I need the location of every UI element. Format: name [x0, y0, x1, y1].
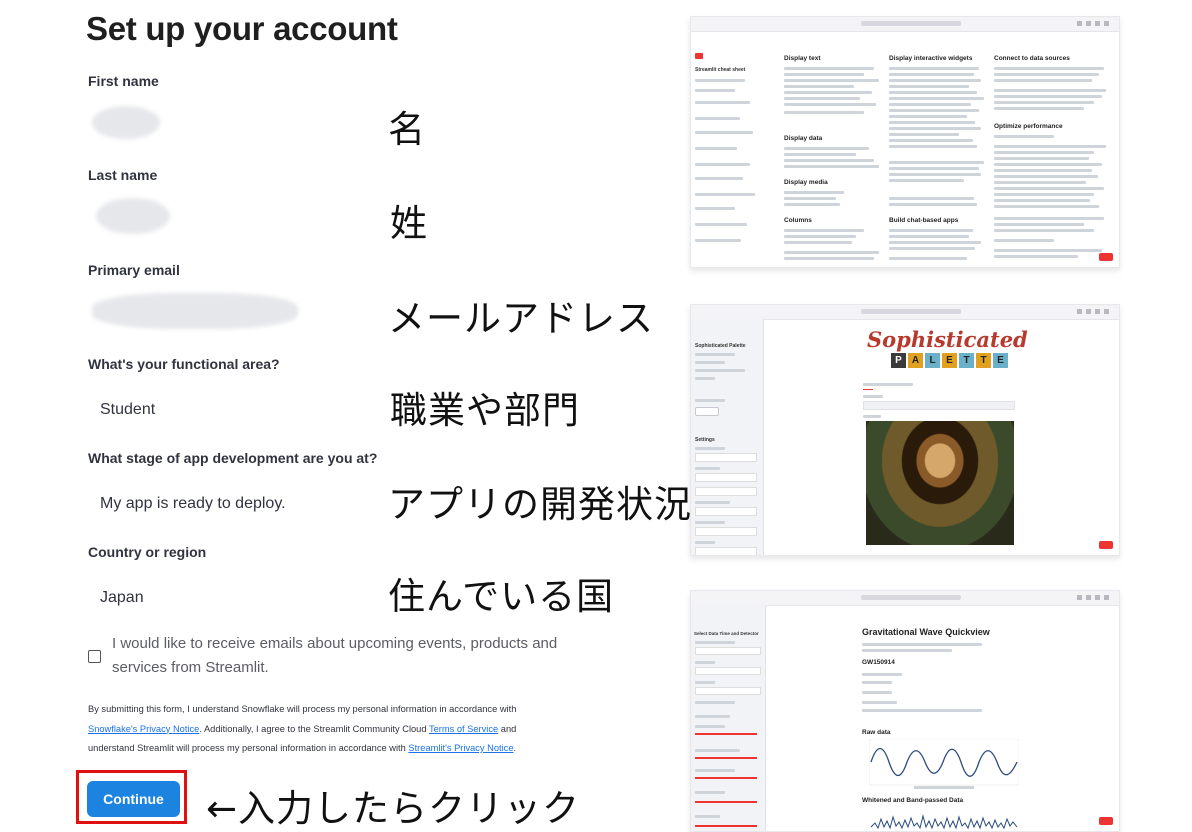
last-name-label: Last name — [88, 167, 158, 183]
gw-raw-chart — [869, 739, 1019, 789]
stage-select[interactable]: My app is ready to deploy. — [100, 495, 286, 513]
deploy-badge-icon — [1099, 541, 1113, 549]
legal-notice: By submitting this form, I understand Sn… — [88, 700, 548, 759]
cs-heading-connect: Connect to data sources — [994, 55, 1070, 62]
logo-tile-4: E — [942, 353, 957, 368]
email-field[interactable] — [92, 293, 298, 329]
legal-text-3: and — [498, 723, 517, 734]
gw-event-heading: GW150914 — [862, 659, 895, 666]
deploy-badge-icon — [1099, 253, 1113, 261]
palette-sidebar: Sophisticated Palette Settings — [691, 319, 764, 555]
cs-heading-widgets: Display interactive widgets — [889, 55, 973, 62]
annotation-functional-area: 職業や部門 — [390, 389, 580, 432]
snowflake-privacy-link[interactable]: Snowflake's Privacy Notice — [88, 724, 199, 734]
legal-text-1: By submitting this form, I understand Sn… — [88, 704, 517, 714]
streamlit-logo-icon — [695, 53, 703, 59]
logo-tile-3: L — [925, 353, 940, 368]
palette-logo-text: Sophisticated — [867, 327, 1028, 352]
deploy-badge-icon — [1099, 817, 1113, 825]
annotation-email: メールアドレス — [388, 297, 654, 340]
palette-logo-tiles: P A L E T T E — [891, 353, 1008, 368]
gw-title: Gravitational Wave Quickview — [862, 627, 990, 637]
gw-sidebar-title: Select Data Time and Detector — [694, 631, 759, 636]
annotation-stage: アプリの開発状況 — [388, 483, 692, 526]
gw-sidebar: Select Data Time and Detector — [691, 605, 766, 831]
stage-label: What stage of app development are you at… — [88, 450, 378, 466]
thumbnail-gravitational-wave[interactable]: Select Data Time and Detector Gravitatio… — [690, 590, 1120, 832]
country-select[interactable]: Japan — [100, 589, 144, 607]
browser-bar — [691, 591, 1119, 606]
last-name-field[interactable] — [96, 198, 170, 234]
cs-heading-optimize: Optimize performance — [994, 123, 1063, 130]
annotation-first-name: 名 — [388, 108, 426, 151]
email-label: Primary email — [88, 262, 180, 278]
annotation-last-name: 姓 — [390, 202, 428, 245]
page-title: Set up your account — [86, 10, 398, 47]
cs-heading-columns: Columns — [784, 217, 812, 224]
legal-text-2: . Additionally, I agree to the Streamlit… — [199, 723, 427, 734]
logo-tile-5: T — [959, 353, 974, 368]
browser-bar — [691, 17, 1119, 32]
logo-tile-7: E — [993, 353, 1008, 368]
mona-lisa-image — [866, 421, 1014, 545]
first-name-label: First name — [88, 73, 159, 89]
cs-heading-chat: Build chat-based apps — [889, 217, 959, 224]
continue-button[interactable]: Continue — [87, 781, 180, 817]
annotation-continue: ←入力したらクリック — [206, 787, 581, 830]
gw-filtered-heading: Whitened and Band-passed Data — [862, 797, 964, 804]
logo-tile-6: T — [976, 353, 991, 368]
functional-area-label: What's your functional area? — [88, 356, 280, 372]
logo-tile-1: P — [891, 353, 906, 368]
gw-raw-heading: Raw data — [862, 729, 891, 736]
streamlit-privacy-link[interactable]: Streamlit's Privacy Notice — [408, 743, 513, 753]
cs-heading-display-media: Display media — [784, 179, 828, 186]
palette-sidebar-title: Sophisticated Palette — [695, 343, 746, 349]
thumbnail-sophisticated-palette[interactable]: Sophisticated Palette Settings Sophistic… — [690, 304, 1120, 556]
browser-bar — [691, 305, 1119, 320]
legal-text-4: understand Streamlit will process my per… — [88, 743, 406, 753]
country-label: Country or region — [88, 544, 207, 560]
cheat-sheet-sidebar-title: Streamlit cheat sheet — [695, 67, 746, 73]
marketing-consent-label: I would like to receive emails about upc… — [112, 635, 558, 676]
thumbnail-cheat-sheet[interactable]: Streamlit cheat sheet Display text Displ… — [690, 16, 1120, 268]
terms-of-service-link[interactable]: Terms of Service — [429, 724, 498, 734]
marketing-consent-checkbox[interactable] — [88, 650, 101, 663]
annotation-country: 住んでいる国 — [388, 575, 615, 618]
first-name-field[interactable] — [92, 106, 160, 139]
cs-heading-display-text: Display text — [784, 55, 821, 62]
logo-tile-2: A — [908, 353, 923, 368]
palette-settings-heading: Settings — [695, 437, 715, 443]
legal-text-5: . — [513, 743, 517, 753]
functional-area-select[interactable]: Student — [100, 401, 155, 419]
cs-heading-display-data: Display data — [784, 135, 823, 142]
